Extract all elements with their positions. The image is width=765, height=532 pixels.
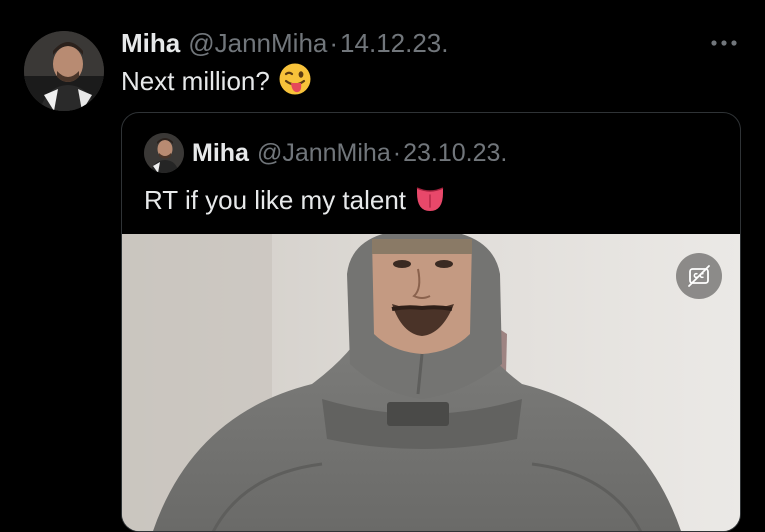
quoted-tweet-card[interactable]: Miha @JannMiha·23.10.23. RT if you like m… <box>121 112 741 532</box>
author-handle[interactable]: @JannMiha <box>188 28 327 58</box>
separator-dot: · <box>329 28 339 58</box>
tweet-date[interactable]: 14.12.23. <box>340 28 448 58</box>
quoted-tweet-body: RT if you like my talent <box>144 183 446 221</box>
more-options-icon[interactable] <box>706 28 742 58</box>
quoted-separator-dot: · <box>392 139 402 167</box>
quoted-tweet-text: RT if you like my talent <box>144 185 407 215</box>
closed-captions-off-icon[interactable] <box>676 253 722 299</box>
author-name[interactable]: Miha <box>121 28 180 58</box>
quoted-tweet-date[interactable]: 23.10.23. <box>403 139 507 167</box>
video-frame <box>122 234 740 531</box>
author-avatar[interactable] <box>24 31 104 111</box>
quoted-video[interactable] <box>122 234 740 531</box>
tweet-text: Next million? <box>121 65 270 96</box>
tongue-icon <box>414 183 446 221</box>
winking-face-with-tongue-icon <box>278 62 312 104</box>
tweet-body: Next million? <box>121 62 312 104</box>
quoted-tweet-header: Miha @JannMiha·23.10.23. <box>192 138 507 168</box>
tweet-header: Miha @JannMiha·14.12.23. <box>121 28 448 58</box>
quoted-author-avatar[interactable] <box>144 133 184 173</box>
quoted-author-name[interactable]: Miha <box>192 139 249 167</box>
quoted-author-handle[interactable]: @JannMiha <box>257 139 391 167</box>
